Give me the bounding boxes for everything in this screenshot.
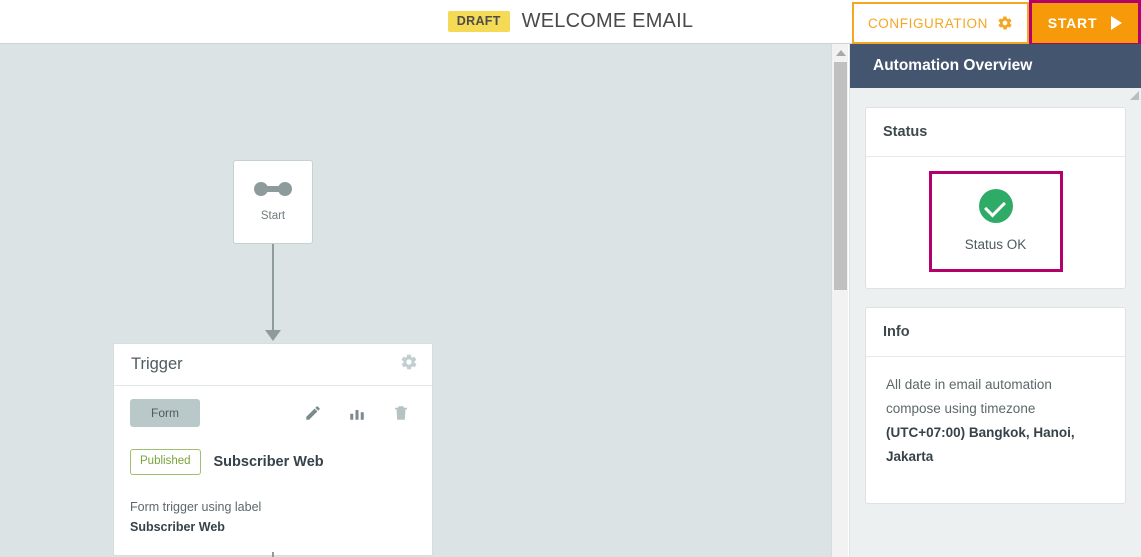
start-node-label: Start xyxy=(260,210,286,222)
header-actions: CONFIGURATION START xyxy=(851,0,1141,46)
connector-arrowhead xyxy=(265,330,281,341)
trigger-card-body: Form Published Subscriber Web Form trigg… xyxy=(114,386,432,555)
trigger-card-title: Trigger xyxy=(131,355,183,373)
status-card-body: Status OK xyxy=(866,157,1125,288)
connector-start-to-trigger xyxy=(272,244,274,332)
chevron-up-icon[interactable] xyxy=(836,50,846,56)
trigger-card[interactable]: Trigger Form Published Subscriber Web Fo… xyxy=(113,343,433,556)
status-highlight-box[interactable]: Status OK xyxy=(928,171,1063,272)
check-circle-icon xyxy=(978,189,1013,223)
status-text: Status OK xyxy=(964,237,1027,252)
trigger-description: Form trigger using label Subscriber Web xyxy=(130,497,416,537)
trigger-card-toolbar: Form xyxy=(130,399,416,427)
trigger-type-chip: Form xyxy=(130,399,200,427)
connector-trigger-to-scenario xyxy=(272,552,274,557)
status-card-title: Status xyxy=(883,124,928,140)
automation-editor-page: DRAFT WELCOME EMAIL CONFIGURATION START xyxy=(0,0,1141,557)
info-card-body: All date in email automation compose usi… xyxy=(866,357,1125,503)
trigger-form-name: Subscriber Web xyxy=(213,453,324,470)
trigger-action-icons xyxy=(304,404,416,422)
scrollbar-thumb[interactable] xyxy=(834,62,847,290)
info-card: Info All date in email automation compos… xyxy=(865,307,1126,505)
info-text-normal: All date in email automation compose usi… xyxy=(886,377,1052,417)
configuration-button[interactable]: CONFIGURATION xyxy=(851,2,1029,44)
start-button-label: START xyxy=(1047,15,1098,31)
draft-status-badge: DRAFT xyxy=(447,11,510,32)
info-text: All date in email automation compose usi… xyxy=(886,373,1105,469)
automation-overview-panel: Automation Overview Status Status OK Inf… xyxy=(849,44,1141,557)
configuration-button-label: CONFIGURATION xyxy=(867,15,988,31)
info-card-title: Info xyxy=(883,324,910,340)
panel-header: Automation Overview xyxy=(850,44,1141,88)
status-badge: Published xyxy=(130,449,201,475)
gear-icon[interactable] xyxy=(400,353,418,376)
play-icon xyxy=(1111,16,1123,30)
link-node-icon xyxy=(254,182,292,196)
status-card: Status Status OK xyxy=(865,107,1126,289)
start-button[interactable]: START xyxy=(1032,3,1138,43)
delete-icon[interactable] xyxy=(392,404,410,422)
app-header: DRAFT WELCOME EMAIL CONFIGURATION START xyxy=(0,0,1141,46)
statistics-icon[interactable] xyxy=(348,404,366,422)
info-text-timezone: (UTC+07:00) Bangkok, Hanoi, Jakarta xyxy=(886,425,1075,465)
workflow-canvas[interactable]: Start Trigger Form Published Subscriber … xyxy=(0,44,831,557)
trigger-form-row: Published Subscriber Web xyxy=(130,449,416,475)
page-title: WELCOME EMAIL xyxy=(521,10,694,32)
info-card-header: Info xyxy=(866,308,1125,357)
panel-resize-handle[interactable] xyxy=(1130,91,1139,100)
status-card-header: Status xyxy=(866,108,1125,157)
trigger-card-header: Trigger xyxy=(114,344,432,386)
canvas-vertical-scrollbar[interactable] xyxy=(831,44,848,557)
gear-icon xyxy=(997,15,1013,31)
trigger-description-line1: Form trigger using label xyxy=(130,499,262,514)
edit-icon[interactable] xyxy=(304,404,322,422)
panel-title: Automation Overview xyxy=(873,57,1033,74)
trigger-description-line2: Subscriber Web xyxy=(130,519,225,534)
start-button-highlight: START xyxy=(1029,0,1141,46)
start-node[interactable]: Start xyxy=(233,160,313,244)
